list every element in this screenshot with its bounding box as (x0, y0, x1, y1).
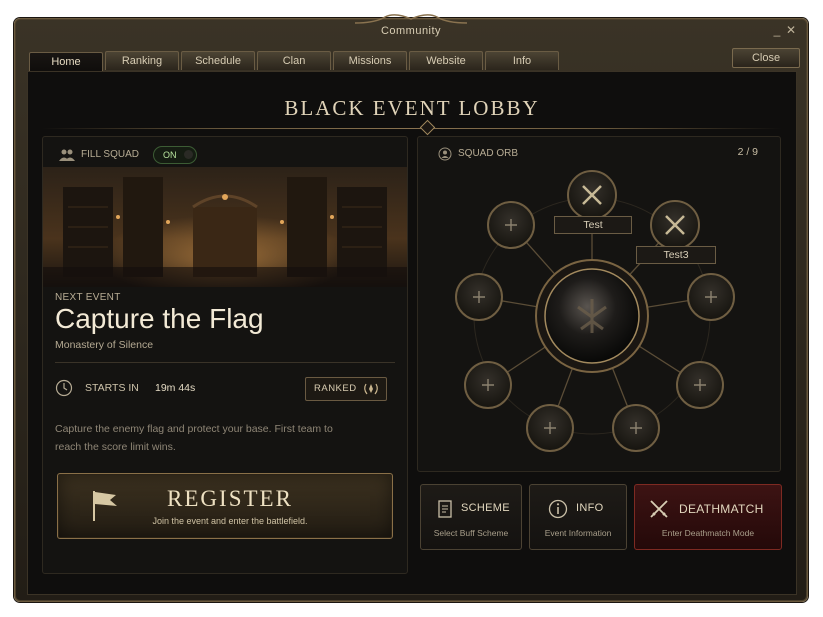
squad-slot-name[interactable]: Test3 (636, 246, 716, 264)
event-name: Capture the Flag (55, 303, 264, 334)
laurel-crest-icon (364, 383, 378, 395)
register-title: REGISTER (167, 486, 293, 511)
toggle-state: ON (163, 150, 177, 160)
event-panel: FILL SQUAD ON NEXT EVENT Capture the Fla… (42, 136, 408, 574)
tab-info[interactable]: Info (485, 51, 559, 70)
info-button[interactable]: INFO Event Information (529, 484, 627, 550)
scheme-title: SCHEME (461, 502, 510, 514)
window-title: Community (380, 25, 442, 37)
lobby-header: BLACK EVENT LOBBY (42, 90, 782, 136)
ranked-badge: RANKED (305, 377, 387, 401)
tab-website[interactable]: Website (409, 51, 483, 70)
lobby-title: BLACK EVENT LOBBY (284, 96, 540, 120)
squad-orb-panel: SQUAD ORB 2 / 9 Test Test3 (417, 136, 781, 472)
register-subtitle: Join the event and enter the battlefield… (152, 516, 308, 526)
main-panel: BLACK EVENT LOBBY FILL SQUAD ON NEXT EVE… (27, 71, 797, 595)
scheme-subtitle: Select Buff Scheme (433, 528, 509, 538)
group-icon (59, 149, 75, 161)
crossed-swords-icon (650, 500, 668, 518)
event-description: Capture the enemy flag and protect your … (55, 423, 333, 453)
next-event-label: NEXT EVENT (55, 292, 121, 303)
minimize-button[interactable]: _ (771, 24, 783, 36)
squad-slot-name[interactable]: Test (554, 216, 632, 234)
scheme-button[interactable]: SCHEME Select Buff Scheme (420, 484, 522, 550)
community-window: Community _ ✕ Home Ranking Schedule Clan… (14, 14, 808, 602)
event-banner-image (43, 167, 407, 287)
fill-squad-toggle[interactable]: ON (153, 146, 197, 164)
squad-orb-diagram (455, 170, 735, 452)
title-bar[interactable]: Community _ ✕ (15, 14, 807, 45)
close-button[interactable]: Close (732, 48, 800, 68)
deathmatch-subtitle: Enter Deathmatch Mode (661, 528, 755, 538)
info-icon (548, 499, 568, 519)
event-divider (55, 362, 395, 363)
toggle-knob (184, 150, 193, 159)
tab-schedule[interactable]: Schedule (181, 51, 255, 70)
tab-missions[interactable]: Missions (333, 51, 407, 70)
scroll-icon (438, 500, 452, 518)
header-diamond-ornament (419, 119, 436, 136)
tab-clan[interactable]: Clan (257, 51, 331, 70)
tab-home[interactable]: Home (29, 52, 103, 72)
fill-squad-label: FILL SQUAD (81, 149, 139, 160)
window-close-icon[interactable]: ✕ (785, 24, 797, 36)
info-subtitle: Event Information (544, 528, 612, 538)
info-title: INFO (576, 502, 604, 514)
event-location: Monastery of Silence (55, 339, 154, 351)
clock-icon (55, 379, 73, 397)
deathmatch-title: DEATHMATCH (679, 502, 764, 516)
deathmatch-button[interactable]: DEATHMATCH Enter Deathmatch Mode (634, 484, 782, 550)
starts-in-label: STARTS IN (85, 382, 139, 394)
countdown-value: 19m 44s (155, 382, 196, 394)
tab-ranking[interactable]: Ranking (105, 51, 179, 70)
header-divider (42, 128, 782, 129)
ranked-label: RANKED (314, 383, 357, 394)
register-button[interactable]: REGISTER Join the event and enter the ba… (57, 473, 393, 539)
